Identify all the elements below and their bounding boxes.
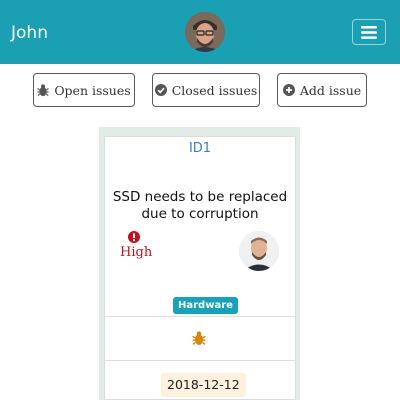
user-avatar-icon[interactable] [185,12,225,52]
bug-icon [37,83,50,96]
hamburger-menu-button[interactable] [352,19,386,45]
bug-icon [192,331,206,345]
closed-issues-label: Closed issues [171,82,258,98]
category-badge: Hardware [173,297,238,314]
issue-date: 2018-12-12 [161,373,246,397]
open-issues-label: Open issues [54,82,131,98]
plus-circle-icon [282,84,295,96]
add-issue-button[interactable]: Add issue [277,73,367,107]
hamburger-menu-icon [361,25,377,39]
check-circle-icon [154,84,167,96]
add-issue-label: Add issue [299,82,362,98]
navbar: John [0,0,400,64]
issue-id[interactable]: ID1 [0,141,400,156]
assignee-avatar-icon[interactable] [239,231,279,271]
card-divider [105,316,295,317]
exclamation-circle-icon [128,231,140,243]
priority-label: High [120,245,153,260]
issue-title: SSD needs to be replaced due to corrupti… [112,189,288,222]
card-divider [105,360,295,361]
open-issues-button[interactable]: Open issues [33,73,135,107]
brand-name[interactable]: John [11,21,48,45]
closed-issues-button[interactable]: Closed issues [152,73,260,107]
